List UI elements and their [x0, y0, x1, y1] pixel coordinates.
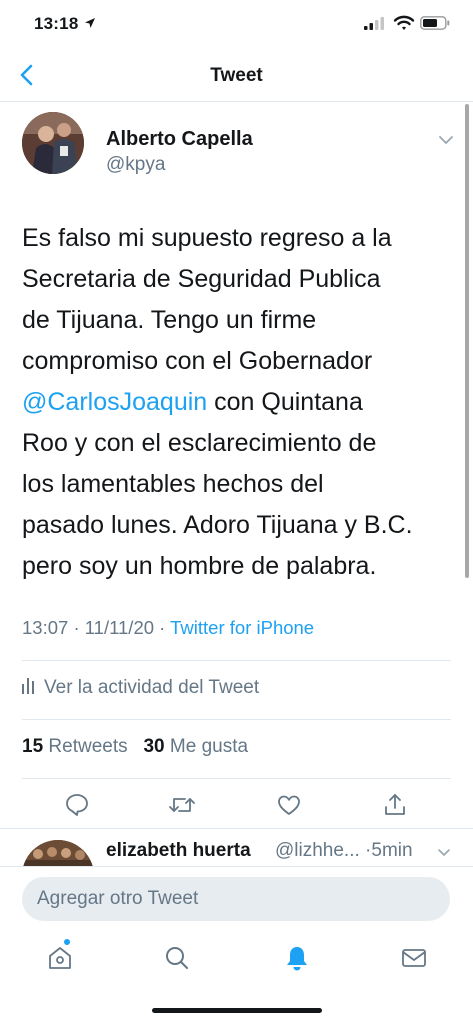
tweet-text-fragment: con Quintana — [207, 388, 363, 416]
chevron-down-icon[interactable] — [438, 132, 454, 150]
tweet-text-line: compromiso con el Gobernador — [22, 347, 373, 375]
mention-link[interactable]: @CarlosJoaquin — [22, 388, 207, 416]
tweet-time: 13:07 — [22, 617, 69, 638]
activity-label: Ver la actividad del Tweet — [44, 677, 260, 699]
retweets-stat[interactable]: 15 Retweets — [22, 736, 128, 757]
reply-icon[interactable] — [64, 792, 90, 818]
retweets-label: Retweets — [48, 736, 128, 757]
tweet-meta: 13:07 · 11/11/20 · Twitter for iPhone — [22, 617, 314, 639]
tweet-activity-link[interactable]: Ver la actividad del Tweet — [22, 676, 259, 700]
tweet-author: Alberto Capella @kpya — [22, 112, 462, 192]
search-icon[interactable] — [163, 944, 191, 972]
divider — [0, 828, 473, 829]
scroll-indicator[interactable] — [465, 104, 469, 578]
reply-item[interactable]: elizabeth huerta @lizhhe... ·5min — [0, 836, 473, 870]
reply-handle-time: @lizhhe... ·5min — [275, 840, 413, 861]
tweet-source-link[interactable]: Twitter for iPhone — [170, 617, 314, 638]
retweet-icon[interactable] — [168, 792, 195, 818]
home-indicator — [152, 1008, 322, 1013]
meta-separator: · — [159, 617, 171, 638]
tweet-text-line: Es falso mi supuesto regreso a la — [22, 224, 392, 252]
wifi-icon — [393, 15, 415, 36]
cellular-signal-icon — [364, 17, 384, 35]
likes-stat[interactable]: 30 Me gusta — [143, 736, 248, 757]
author-handle[interactable]: @kpya — [106, 154, 165, 176]
likes-count: 30 — [143, 736, 165, 757]
status-time: 13:18 — [34, 14, 79, 33]
divider — [22, 719, 451, 720]
nav-bar: Tweet — [0, 50, 473, 102]
tweet-text-line: @CarlosJoaquin con Quintana — [22, 382, 462, 423]
mail-icon[interactable] — [400, 944, 428, 972]
divider — [22, 660, 451, 661]
tweet-actions — [0, 786, 473, 826]
battery-icon — [420, 16, 450, 35]
divider — [22, 778, 451, 779]
author-name[interactable]: Alberto Capella — [106, 128, 253, 151]
meta-separator: · — [73, 617, 85, 638]
avatar[interactable] — [22, 112, 84, 174]
retweets-count: 15 — [22, 736, 44, 757]
compose-area: Agregar otro Tweet — [0, 866, 473, 932]
compose-reply-input[interactable]: Agregar otro Tweet — [22, 877, 450, 921]
likes-label: Me gusta — [169, 736, 249, 757]
tweet-text-line: de Tijuana. Tengo un firme — [22, 306, 317, 334]
notifications-bell-icon[interactable] — [283, 944, 311, 972]
tweet-text-line: Roo y con el esclarecimiento de — [22, 429, 377, 457]
tweet-text-line: pasado lunes. Adoro Tijuana y B.C. — [22, 511, 413, 539]
tweet-date: 11/11/20 — [84, 617, 155, 638]
tweet-text: Es falso mi supuesto regreso a la Secret… — [22, 218, 462, 587]
notification-dot — [64, 939, 70, 945]
share-icon[interactable] — [382, 792, 408, 818]
chevron-down-icon[interactable] — [437, 844, 451, 862]
home-icon[interactable] — [46, 944, 74, 972]
reply-author-name[interactable]: elizabeth huerta — [106, 840, 251, 862]
heart-icon[interactable] — [276, 792, 302, 818]
tweet-text-line: pero soy un hombre de palabra. — [22, 552, 377, 580]
tweet-text-line: los lamentables hechos del — [22, 470, 324, 498]
status-bar: 13:18 — [0, 0, 473, 50]
analytics-icon — [22, 676, 36, 700]
page-title: Tweet — [210, 65, 263, 86]
tweet-counts: 15 Retweets 30 Me gusta — [22, 736, 248, 758]
tweet-text-line: Secretaria de Seguridad Publica — [22, 265, 381, 293]
location-arrow-icon — [84, 16, 96, 34]
